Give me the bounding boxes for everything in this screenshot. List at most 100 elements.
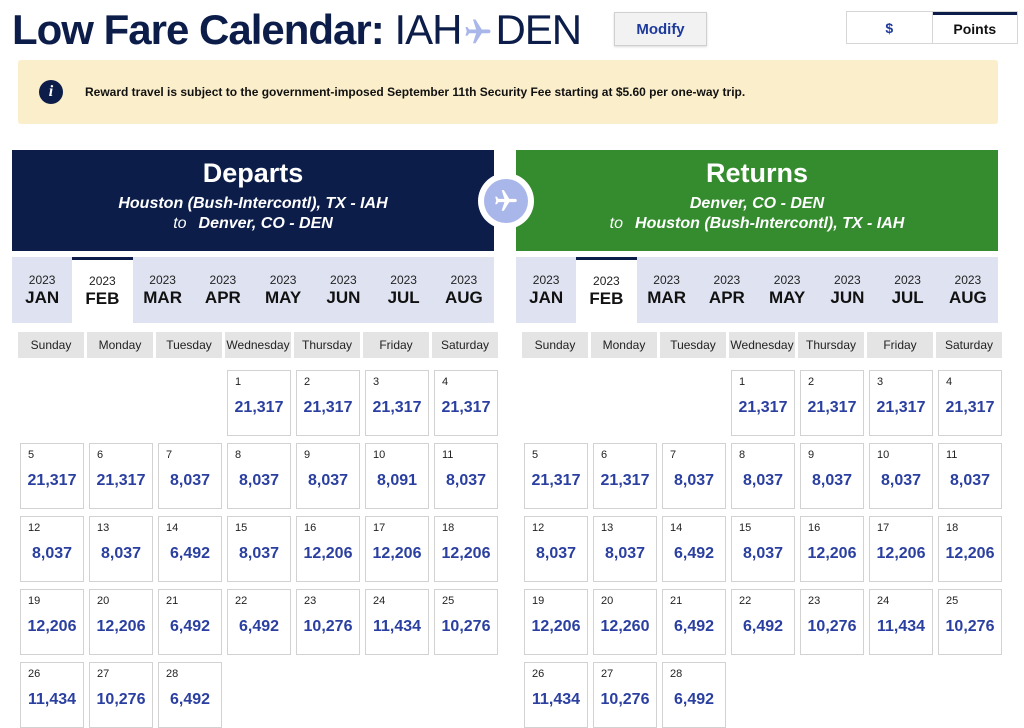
departs-month-tab-jul[interactable]: 2023 JUL: [374, 257, 434, 323]
day-number: 28: [166, 668, 179, 680]
departs-day-cell[interactable]: 7 8,037: [158, 443, 222, 509]
returns-month-tab-jun[interactable]: 2023 JUN: [817, 257, 877, 323]
returns-day-cell[interactable]: 27 10,276: [593, 662, 657, 728]
departs-month-tab-mar[interactable]: 2023 MAR: [133, 257, 193, 323]
returns-day-cell[interactable]: 9 8,037: [800, 443, 864, 509]
returns-day-cell[interactable]: 19 12,206: [524, 589, 588, 655]
departs-day-cell[interactable]: 23 10,276: [296, 589, 360, 655]
departs-day-cell[interactable]: 16 12,206: [296, 516, 360, 582]
returns-day-cell[interactable]: 5 21,317: [524, 443, 588, 509]
returns-month-tab-may[interactable]: 2023 MAY: [757, 257, 817, 323]
returns-day-cell[interactable]: 26 11,434: [524, 662, 588, 728]
departs-month-tab-apr[interactable]: 2023 APR: [193, 257, 253, 323]
departs-day-cell[interactable]: 8 8,037: [227, 443, 291, 509]
departs-day-cell[interactable]: 5 21,317: [20, 443, 84, 509]
departs-month-tab-aug[interactable]: 2023 AUG: [434, 257, 494, 323]
dollar-toggle-button[interactable]: $: [847, 12, 933, 43]
returns-day-cell[interactable]: 15 8,037: [731, 516, 795, 582]
returns-day-cell[interactable]: 3 21,317: [869, 370, 933, 436]
departs-day-cell[interactable]: 25 10,276: [434, 589, 498, 655]
returns-day-cell[interactable]: 28 6,492: [662, 662, 726, 728]
departs-day-cell[interactable]: 11 8,037: [434, 443, 498, 509]
departs-day-cell[interactable]: 28 6,492: [158, 662, 222, 728]
points-toggle-button[interactable]: Points: [932, 12, 1017, 43]
fare-points: 10,276: [96, 691, 146, 708]
departs-day-cell[interactable]: 4 21,317: [434, 370, 498, 436]
returns-month-tab-jan[interactable]: 2023 JAN: [516, 257, 576, 323]
fare-points: 21,317: [441, 399, 491, 416]
departs-day-cell[interactable]: 18 12,206: [434, 516, 498, 582]
fare-points: 21,317: [531, 472, 581, 489]
day-number: 9: [808, 449, 815, 461]
day-number: 28: [670, 668, 683, 680]
returns-day-cell[interactable]: 21 6,492: [662, 589, 726, 655]
fare-points: 6,492: [169, 545, 211, 562]
day-number: 8: [739, 449, 746, 461]
fare-points: 21,317: [96, 472, 146, 489]
returns-day-cell[interactable]: 12 8,037: [524, 516, 588, 582]
weekday-header-wednesday: Wednesday: [729, 332, 795, 358]
returns-day-cell[interactable]: 14 6,492: [662, 516, 726, 582]
departs-day-cell[interactable]: 17 12,206: [365, 516, 429, 582]
returns-day-cell[interactable]: 25 10,276: [938, 589, 1002, 655]
departs-month-tab-jun[interactable]: 2023 JUN: [313, 257, 373, 323]
departs-day-cell[interactable]: 15 8,037: [227, 516, 291, 582]
fare-points: 8,037: [445, 472, 487, 489]
departs-day-cell[interactable]: 6 21,317: [89, 443, 153, 509]
departs-day-cell[interactable]: 26 11,434: [20, 662, 84, 728]
fare-points: 10,276: [600, 691, 650, 708]
returns-day-cell[interactable]: 7 8,037: [662, 443, 726, 509]
returns-day-cell[interactable]: 22 6,492: [731, 589, 795, 655]
departs-month-tab-jan[interactable]: 2023 JAN: [12, 257, 72, 323]
returns-day-cell[interactable]: 17 12,206: [869, 516, 933, 582]
departs-day-cell[interactable]: 2 21,317: [296, 370, 360, 436]
departs-day-cell[interactable]: 10 8,091: [365, 443, 429, 509]
returns-month-tab-jul[interactable]: 2023 JUL: [878, 257, 938, 323]
departs-day-cell[interactable]: 13 8,037: [89, 516, 153, 582]
returns-day-cell[interactable]: 8 8,037: [731, 443, 795, 509]
departs-day-cell[interactable]: 3 21,317: [365, 370, 429, 436]
month-tab-name: MAY: [769, 287, 806, 307]
returns-day-cell[interactable]: 10 8,037: [869, 443, 933, 509]
weekday-header-friday: Friday: [363, 332, 429, 358]
returns-day-cell[interactable]: 24 11,434: [869, 589, 933, 655]
departs-day-cell[interactable]: 22 6,492: [227, 589, 291, 655]
returns-month-tab-aug[interactable]: 2023 AUG: [938, 257, 998, 323]
departs-day-cell[interactable]: 9 8,037: [296, 443, 360, 509]
day-number: 1: [739, 376, 746, 388]
month-tab-name: JUL: [387, 287, 420, 307]
month-tab-name: APR: [708, 287, 745, 307]
day-number: 6: [97, 449, 104, 461]
departs-day-cell[interactable]: 20 12,206: [89, 589, 153, 655]
departs-day-cell[interactable]: 14 6,492: [158, 516, 222, 582]
departs-day-cell[interactable]: 19 12,206: [20, 589, 84, 655]
returns-day-cell[interactable]: 4 21,317: [938, 370, 1002, 436]
returns-month-tab-feb[interactable]: 2023 FEB: [576, 257, 637, 323]
returns-day-cell[interactable]: 6 21,317: [593, 443, 657, 509]
departs-day-cell[interactable]: 21 6,492: [158, 589, 222, 655]
title-destination: DEN: [495, 6, 582, 53]
returns-day-cell[interactable]: 16 12,206: [800, 516, 864, 582]
day-number: 27: [601, 668, 614, 680]
departs-month-tab-feb[interactable]: 2023 FEB: [72, 257, 133, 323]
returns-month-tab-apr[interactable]: 2023 APR: [697, 257, 757, 323]
returns-day-cell[interactable]: 1 21,317: [731, 370, 795, 436]
day-number: 21: [166, 595, 179, 607]
returns-month-tab-mar[interactable]: 2023 MAR: [637, 257, 697, 323]
month-tab-name: APR: [204, 287, 241, 307]
returns-day-cell[interactable]: 18 12,206: [938, 516, 1002, 582]
returns-day-cell[interactable]: 11 8,037: [938, 443, 1002, 509]
modify-button[interactable]: Modify: [614, 12, 707, 46]
weekday-header-friday: Friday: [867, 332, 933, 358]
departs-day-cell[interactable]: 1 21,317: [227, 370, 291, 436]
returns-day-cell[interactable]: 23 10,276: [800, 589, 864, 655]
departs-month-tab-may[interactable]: 2023 MAY: [253, 257, 313, 323]
departs-day-cell[interactable]: 24 11,434: [365, 589, 429, 655]
returns-day-cell[interactable]: 2 21,317: [800, 370, 864, 436]
returns-day-cell[interactable]: 20 12,260: [593, 589, 657, 655]
airplane-icon: [463, 9, 493, 57]
returns-day-cell[interactable]: 13 8,037: [593, 516, 657, 582]
day-number: 19: [532, 595, 545, 607]
departs-day-cell[interactable]: 27 10,276: [89, 662, 153, 728]
departs-day-cell[interactable]: 12 8,037: [20, 516, 84, 582]
